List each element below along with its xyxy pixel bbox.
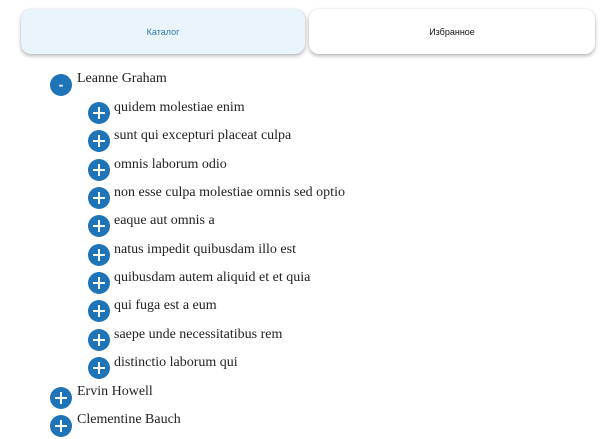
plus-icon	[93, 192, 105, 204]
plus-icon	[55, 420, 67, 432]
expand-toggle-button[interactable]	[88, 130, 110, 152]
post-title[interactable]: sunt qui excepturi placeat culpa	[114, 128, 291, 144]
minus-icon: -	[59, 77, 64, 93]
plus-icon	[93, 362, 105, 374]
post-title[interactable]: quibusdam autem aliquid et et quia	[114, 270, 310, 286]
plus-icon	[93, 249, 105, 261]
tab-catalog[interactable]: Каталог	[21, 9, 305, 54]
expand-toggle-button[interactable]	[50, 387, 72, 409]
plus-icon	[93, 305, 105, 317]
post-title[interactable]: natus impedit quibusdam illo est	[114, 242, 296, 258]
expand-toggle-button[interactable]	[88, 244, 110, 266]
post-title[interactable]: eaque aut omnis a	[114, 213, 215, 229]
tab-favorites-label: Избранное	[429, 26, 475, 37]
expand-toggle-button[interactable]	[88, 272, 110, 294]
expand-toggle-button[interactable]	[88, 300, 110, 322]
expand-toggle-button[interactable]	[50, 415, 72, 437]
svg-text:-: -	[59, 77, 64, 93]
user-name[interactable]: Leanne Graham	[77, 71, 167, 87]
tab-catalog-label: Каталог	[146, 26, 180, 37]
plus-icon	[93, 164, 105, 176]
post-title[interactable]: qui fuga est a eum	[114, 298, 217, 314]
plus-icon	[93, 277, 105, 289]
post-title[interactable]: quidem molestiae enim	[114, 100, 245, 116]
collapse-toggle-button[interactable]: -	[50, 74, 72, 96]
post-title[interactable]: omnis laborum odio	[114, 157, 227, 173]
expand-toggle-button[interactable]	[88, 357, 110, 379]
post-title[interactable]: distinctio laborum qui	[114, 355, 238, 371]
plus-icon	[55, 392, 67, 404]
plus-icon	[93, 107, 105, 119]
plus-icon	[93, 135, 105, 147]
expand-toggle-button[interactable]	[88, 329, 110, 351]
user-name[interactable]: Ervin Howell	[77, 384, 153, 400]
expand-toggle-button[interactable]	[88, 159, 110, 181]
tab-favorites[interactable]: Избранное	[309, 9, 595, 54]
post-title[interactable]: non esse culpa molestiae omnis sed optio	[114, 185, 345, 201]
expand-toggle-button[interactable]	[88, 187, 110, 209]
user-name[interactable]: Clementine Bauch	[77, 412, 181, 428]
plus-icon	[93, 220, 105, 232]
plus-icon	[93, 334, 105, 346]
expand-toggle-button[interactable]	[88, 102, 110, 124]
expand-toggle-button[interactable]	[88, 215, 110, 237]
post-title[interactable]: saepe unde necessitatibus rem	[114, 327, 282, 343]
tab-bar: Каталог Избранное	[21, 9, 595, 55]
